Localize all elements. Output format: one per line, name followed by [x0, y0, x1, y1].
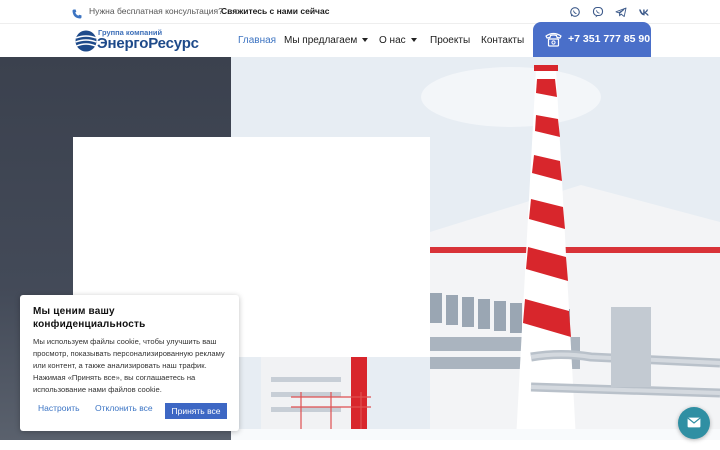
logo-title: ЭнергоРесурс [97, 35, 199, 52]
phone-number: +7 351 777 85 90 [568, 33, 651, 45]
phone-call-button[interactable]: +7 351 777 85 90 [533, 22, 651, 58]
chevron-down-icon [362, 38, 369, 43]
nav-about-label: О нас [379, 35, 406, 46]
envelope-icon [687, 417, 701, 428]
chevron-down-icon [410, 38, 417, 43]
nav-home[interactable]: Главная [238, 35, 276, 46]
nav-offers-label: Мы предлагаем [284, 35, 358, 46]
logo-globe-icon [75, 30, 97, 52]
cookie-consent-banner: Мы ценим вашу конфиденциальность Мы испо… [20, 295, 239, 431]
cookie-accept-button[interactable]: Принять все [165, 403, 227, 419]
whatsapp-icon[interactable] [569, 5, 581, 17]
viber-icon[interactable] [592, 5, 604, 18]
contact-now-link[interactable]: Свяжитесь с нами сейчас [221, 6, 329, 16]
cookie-title: Мы ценим вашу конфиденциальность [33, 306, 146, 330]
cookie-reject-button[interactable]: Отклонить все [95, 403, 153, 413]
nav-offers[interactable]: Мы предлагаем [284, 35, 369, 46]
telegram-icon[interactable] [615, 5, 627, 17]
phone-icon [72, 6, 82, 19]
top-bar: Нужна бесплатная консультация? Свяжитесь… [0, 0, 720, 23]
chat-widget-button[interactable] [678, 407, 710, 439]
nav-about[interactable]: О нас [379, 35, 417, 46]
nav-contacts[interactable]: Контакты [481, 35, 524, 46]
cookie-customize-button[interactable]: Настроить [38, 403, 80, 413]
vk-icon[interactable] [638, 5, 650, 17]
nav-projects[interactable]: Проекты [430, 35, 470, 46]
cookie-description: Мы используем файлы cookie, чтобы улучши… [33, 337, 225, 394]
telephone-icon [545, 31, 562, 47]
consultation-question: Нужна бесплатная консультация? [89, 6, 223, 16]
